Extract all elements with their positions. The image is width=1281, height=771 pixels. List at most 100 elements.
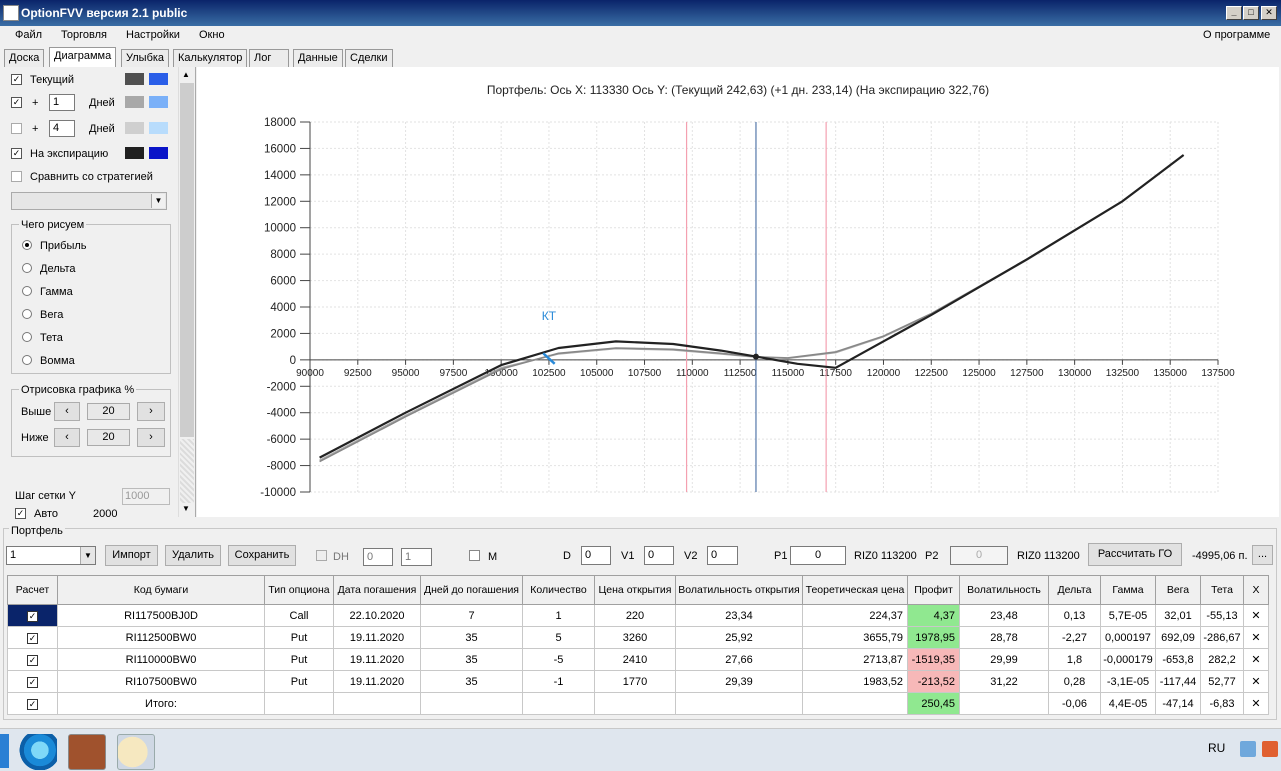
menu-settings[interactable]: Настройки (126, 29, 180, 41)
p1-input[interactable]: 0 (790, 546, 846, 565)
row-calc-checkbox[interactable]: ✓ (7, 604, 58, 627)
tab-log[interactable]: Лог (249, 49, 289, 67)
expiration-color-swatch-2[interactable] (149, 147, 168, 159)
plus1-color-swatch[interactable] (125, 96, 144, 108)
plus1-checkbox[interactable]: ✓ (11, 97, 22, 108)
edge-icon[interactable] (19, 734, 57, 770)
m-checkbox[interactable] (469, 550, 480, 561)
cell-type[interactable]: Put (264, 626, 334, 649)
cell-qty[interactable]: -1 (522, 670, 595, 693)
cell-price[interactable]: 3260 (594, 626, 676, 649)
cell-theo[interactable]: 1983,52 (802, 670, 908, 693)
tab-deals[interactable]: Сделки (345, 49, 393, 67)
compare-checkbox[interactable] (11, 171, 22, 182)
cell-code[interactable]: RI110000BW0 (57, 648, 265, 671)
row-remove-button[interactable]: ✕ (1243, 626, 1269, 649)
cell-qty[interactable]: -5 (522, 648, 595, 671)
radio-theta[interactable] (22, 332, 32, 342)
cell-days[interactable]: 7 (420, 604, 523, 627)
cell-vega[interactable]: -117,44 (1155, 670, 1201, 693)
cell-delta[interactable]: 0,28 (1048, 670, 1101, 693)
col-type[interactable]: Тип опциона (264, 575, 334, 605)
left-panel-scrollbar[interactable]: ▲ ▼ (178, 67, 195, 517)
language-indicator[interactable]: RU (1208, 741, 1225, 755)
cell-code[interactable]: RI117500BJ0D (57, 604, 265, 627)
col-profit[interactable]: Профит (907, 575, 960, 605)
table-row[interactable]: ✓ RI107500BW0 Put 19.11.2020 35 -1 1770 29,39 19… (7, 670, 1269, 693)
dh-spin-1[interactable]: 0 (363, 548, 393, 566)
below-increase-button[interactable]: › (137, 428, 165, 447)
cell-type[interactable]: Call (264, 604, 334, 627)
cell-vega[interactable]: 692,09 (1155, 626, 1201, 649)
col-vol-open[interactable]: Волатильность открытия (675, 575, 803, 605)
delete-button[interactable]: Удалить (165, 545, 221, 566)
expiration-color-swatch[interactable] (125, 147, 144, 159)
radio-profit[interactable] (22, 240, 32, 250)
auto-checkbox[interactable]: ✓ (15, 508, 26, 519)
tray-icon-1[interactable] (1240, 741, 1256, 757)
cell-vol[interactable]: 23,48 (959, 604, 1049, 627)
scroll-thumb[interactable] (180, 83, 194, 437)
cell-theo[interactable]: 224,37 (802, 604, 908, 627)
scroll-up-icon[interactable]: ▲ (182, 70, 190, 79)
cell-vol[interactable]: 28,78 (959, 626, 1049, 649)
tab-data[interactable]: Данные (293, 49, 343, 67)
cell-theta[interactable]: 52,77 (1200, 670, 1244, 693)
cell-profit[interactable]: 4,37 (907, 604, 960, 627)
cell-theo[interactable]: 3655,79 (802, 626, 908, 649)
plus4-color-swatch[interactable] (125, 122, 144, 134)
tray-icon-2[interactable] (1262, 741, 1278, 757)
user-avatar-icon[interactable] (68, 734, 106, 770)
cell-date[interactable]: 19.11.2020 (333, 626, 421, 649)
p2-input[interactable]: 0 (950, 546, 1008, 565)
col-delta[interactable]: Дельта (1048, 575, 1101, 605)
cell-delta[interactable]: 0,13 (1048, 604, 1101, 627)
row-remove-button[interactable]: ✕ (1243, 670, 1269, 693)
cell-days[interactable]: 35 (420, 670, 523, 693)
radio-vomma[interactable] (22, 355, 32, 365)
calc-go-button[interactable]: Рассчитать ГО (1088, 543, 1182, 566)
menu-file[interactable]: Файл (15, 29, 42, 41)
plus1-days-input[interactable]: 1 (49, 94, 75, 111)
cell-code[interactable]: RI112500BW0 (57, 626, 265, 649)
cell-code[interactable]: RI107500BW0 (57, 670, 265, 693)
table-row[interactable]: ✓ RI112500BW0 Put 19.11.2020 35 5 3260 25,92 365… (7, 626, 1269, 649)
expiration-checkbox[interactable]: ✓ (11, 148, 22, 159)
cell-price[interactable]: 1770 (594, 670, 676, 693)
maximize-button[interactable]: □ (1243, 6, 1259, 20)
plus1-color-swatch-2[interactable] (149, 96, 168, 108)
below-decrease-button[interactable]: ‹ (54, 428, 80, 447)
total-calc-checkbox[interactable]: ✓ (7, 692, 58, 715)
strategy-select[interactable]: ▼ (11, 192, 167, 210)
cell-date[interactable]: 22.10.2020 (333, 604, 421, 627)
cell-vol[interactable]: 31,22 (959, 670, 1049, 693)
paint-icon[interactable] (117, 734, 155, 770)
above-decrease-button[interactable]: ‹ (54, 402, 80, 421)
col-remove[interactable]: X (1243, 575, 1269, 605)
row-remove-button[interactable]: ✕ (1243, 604, 1269, 627)
cell-vol-open[interactable]: 23,34 (675, 604, 803, 627)
menu-window[interactable]: Окно (199, 29, 225, 41)
cell-theo[interactable]: 2713,87 (802, 648, 908, 671)
row-calc-checkbox[interactable]: ✓ (7, 626, 58, 649)
col-days[interactable]: Дней до погашения (420, 575, 523, 605)
cell-vol-open[interactable]: 27,66 (675, 648, 803, 671)
cell-days[interactable]: 35 (420, 626, 523, 649)
cell-gamma[interactable]: -0,000179 (1100, 648, 1156, 671)
save-button[interactable]: Сохранить (228, 545, 296, 566)
col-vega[interactable]: Вега (1155, 575, 1201, 605)
cell-theta[interactable]: -55,13 (1200, 604, 1244, 627)
cell-profit[interactable]: -213,52 (907, 670, 960, 693)
col-theta[interactable]: Тета (1200, 575, 1244, 605)
current-color-swatch[interactable] (125, 73, 144, 85)
cell-date[interactable]: 19.11.2020 (333, 648, 421, 671)
tab-board[interactable]: Доска (4, 49, 45, 67)
cell-days[interactable]: 35 (420, 648, 523, 671)
minimize-button[interactable]: _ (1226, 6, 1242, 20)
col-code[interactable]: Код бумаги (57, 575, 265, 605)
col-vol[interactable]: Волатильность (959, 575, 1049, 605)
current-color-swatch-2[interactable] (149, 73, 168, 85)
cell-vega[interactable]: 32,01 (1155, 604, 1201, 627)
cell-type[interactable]: Put (264, 648, 334, 671)
cell-theta[interactable]: 282,2 (1200, 648, 1244, 671)
